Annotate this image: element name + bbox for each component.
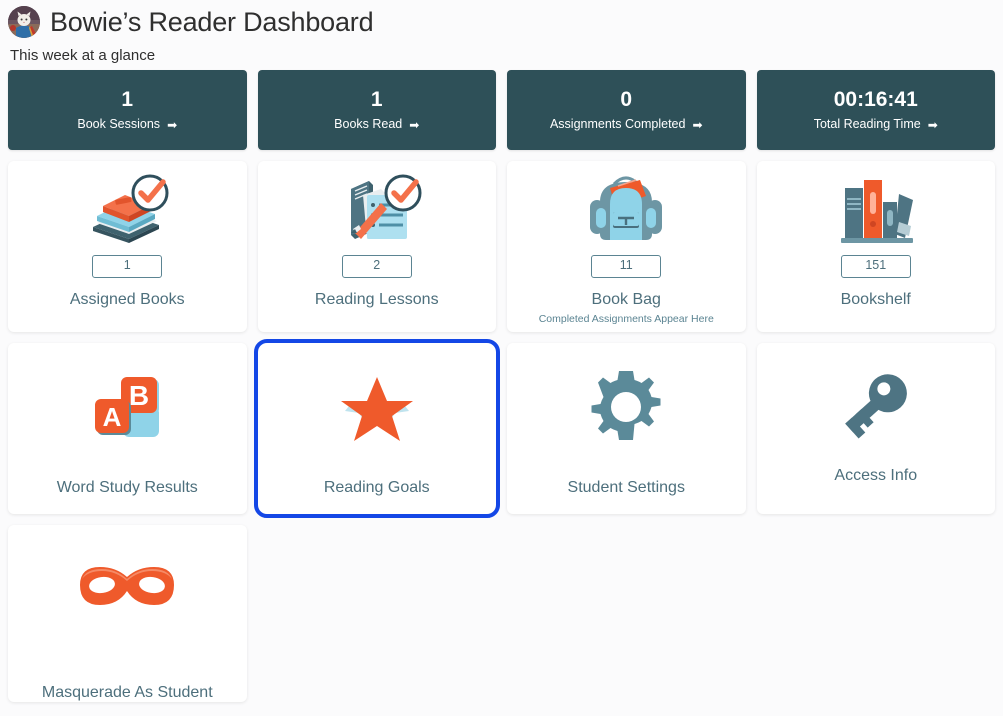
student-avatar[interactable]	[8, 6, 40, 38]
stat-card-book-sessions[interactable]: 1 Book Sessions ➡	[8, 70, 247, 150]
tile-subtitle: Completed Assignments Appear Here	[538, 313, 714, 326]
stat-value: 00:16:41	[833, 88, 918, 112]
avatar-image	[8, 6, 40, 38]
stat-card-total-reading-time[interactable]: 00:16:41 Total Reading Time ➡	[756, 70, 995, 150]
tile-row-1: 1 Assigned Books 2 Reading Lessons 11 Bo…	[8, 161, 995, 332]
tile-assigned-books[interactable]: 1 Assigned Books	[8, 161, 247, 332]
tile-label: Reading Lessons	[314, 290, 439, 308]
stat-value: 1	[370, 88, 383, 112]
stat-value: 0	[620, 88, 633, 112]
tile-label: Masquerade As Student	[41, 684, 213, 702]
tile-book-bag[interactable]: 11 Book Bag Completed Assignments Appear…	[507, 161, 746, 332]
stat-label-text: Book Sessions	[77, 117, 161, 132]
tile-badge: 11	[591, 255, 662, 278]
stat-label: Books Read ➡	[334, 118, 419, 131]
tile-row-3: Masquerade As Student	[8, 525, 995, 702]
tile-badge: 2	[341, 255, 412, 278]
tile-bookshelf[interactable]: 151 Bookshelf	[756, 161, 996, 332]
stat-label: Total Reading Time ➡	[814, 118, 938, 131]
stat-label: Assignments Completed ➡	[550, 118, 703, 131]
page-subtitle: This week at a glance	[10, 47, 156, 64]
stat-value: 1	[121, 88, 134, 112]
arrow-right-icon: ➡	[927, 117, 938, 132]
stat-label-text: Assignments Completed	[549, 117, 686, 132]
svg-text:B: B	[129, 380, 149, 411]
svg-text:A: A	[103, 402, 122, 432]
stat-label-text: Books Read	[334, 117, 403, 132]
tile-label: Assigned Books	[69, 290, 185, 308]
page-header: Bowie’s Reader Dashboard	[8, 0, 995, 38]
tile-badge: 151	[840, 255, 911, 278]
star-icon	[258, 343, 497, 463]
arrow-right-icon: ➡	[167, 117, 178, 132]
stat-card-books-read[interactable]: 1 Books Read ➡	[257, 70, 496, 150]
lesson-checklist-icon	[258, 161, 497, 253]
page-title: Bowie’s Reader Dashboard	[50, 6, 374, 37]
dashboard-page: Bowie’s Reader Dashboard This week at a …	[0, 0, 1003, 702]
tile-reading-goals[interactable]: Reading Goals	[253, 339, 500, 518]
mask-icon	[8, 525, 247, 648]
stat-label: Book Sessions ➡	[77, 118, 177, 131]
bookshelf-icon	[757, 161, 996, 253]
stat-card-assignments-completed[interactable]: 0 Assignments Completed ➡	[507, 70, 746, 150]
stats-row: 1 Book Sessions ➡ 1 Books Read ➡ 0 Assig…	[8, 70, 995, 150]
backpack-icon	[507, 161, 746, 253]
tile-row-2: B A Word Study Results Reading Goals Stu…	[8, 339, 996, 518]
arrow-right-icon: ➡	[409, 117, 420, 132]
tile-label: Student Settings	[567, 479, 685, 496]
tile-label: Reading Goals	[323, 479, 430, 496]
tile-badge: 1	[92, 255, 163, 278]
arrow-right-icon: ➡	[692, 117, 703, 132]
tile-student-settings[interactable]: Student Settings	[507, 343, 746, 514]
key-icon	[757, 343, 996, 455]
tile-word-study-results[interactable]: B A Word Study Results	[8, 343, 247, 514]
tile-label: Book Bag	[591, 290, 661, 308]
tile-label: Access Info	[834, 467, 918, 484]
gear-icon	[507, 343, 746, 463]
tile-label: Word Study Results	[56, 479, 198, 496]
tile-label: Bookshelf	[840, 290, 911, 308]
tile-masquerade-as-student[interactable]: Masquerade As Student	[8, 525, 247, 702]
tile-reading-lessons[interactable]: 2 Reading Lessons	[257, 161, 497, 332]
books-check-icon	[8, 161, 247, 253]
stat-label-text: Total Reading Time	[813, 117, 921, 132]
abc-blocks-icon: B A	[8, 343, 247, 463]
tile-access-info[interactable]: Access Info	[756, 343, 996, 514]
